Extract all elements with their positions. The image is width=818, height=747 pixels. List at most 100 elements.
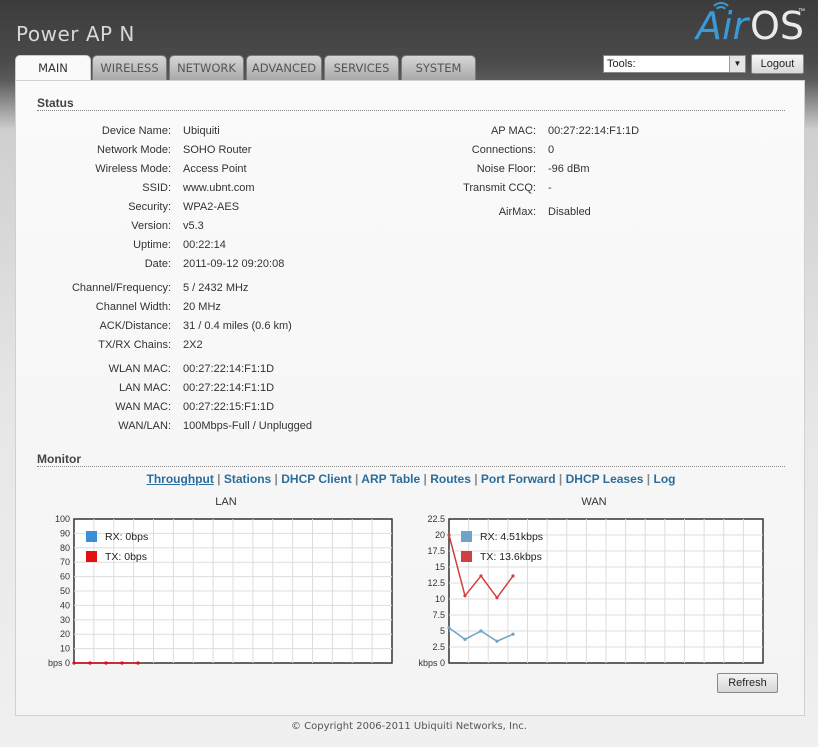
channel-frequency-value: 5 / 2432 MHz (183, 282, 249, 294)
version-label: Version: (131, 220, 171, 232)
ssid-label: SSID: (142, 182, 171, 194)
status-title: Status (37, 96, 74, 110)
chart-y-tick-label: 7.5 (432, 610, 445, 620)
transmit-ccq-label: Transmit CCQ: (463, 182, 536, 194)
noise-floor-value: -96 dBm (548, 163, 590, 175)
data-point (104, 661, 108, 665)
chart-y-tick-label: 15 (435, 562, 445, 572)
ap-mac-label: AP MAC: (490, 125, 536, 137)
logo-os-text: OS (750, 4, 805, 48)
connections-label: Connections: (471, 144, 536, 156)
wlan-mac-value: 00:27:22:14:F1:1D (183, 363, 275, 375)
date-label: Date: (144, 258, 171, 270)
data-point (495, 596, 499, 600)
ap-mac-value: 00:27:22:14:F1:1D (548, 125, 640, 137)
link-separator: | (470, 472, 481, 486)
wan-lan-value: 100Mbps-Full / Unplugged (183, 420, 313, 432)
tab-services[interactable]: SERVICES (324, 55, 399, 80)
chevron-down-icon[interactable]: ▼ (729, 56, 745, 72)
transmit-ccq-value: - (548, 182, 552, 194)
security-value: WPA2-AES (183, 201, 240, 213)
chart-y-tick-label: 10 (435, 594, 445, 604)
tools-select[interactable]: Tools: ▼ (603, 55, 746, 73)
data-point (495, 639, 499, 643)
chart-y-tick-label: 5 (440, 626, 445, 636)
data-point (136, 661, 140, 665)
chart-y-tick-label: 90 (60, 528, 70, 538)
wan-lan-label: WAN/LAN: (118, 420, 171, 432)
monitor-link-dhcp-client[interactable]: DHCP Client (281, 472, 351, 486)
wan-chart-title: WAN (581, 496, 607, 508)
chart-y-tick-label: 2.5 (432, 642, 445, 652)
monitor-title: Monitor (37, 452, 81, 466)
data-point (120, 661, 124, 665)
airmax-value: Disabled (548, 206, 591, 218)
txrx-chains-value: 2X2 (183, 339, 203, 351)
channel-frequency-label: Channel/Frequency: (71, 282, 171, 294)
data-point (72, 661, 76, 665)
ack-distance-label: ACK/Distance: (99, 320, 171, 332)
monitor-link-routes[interactable]: Routes (430, 472, 471, 486)
lan-mac-value: 00:27:22:14:F1:1D (183, 382, 275, 394)
data-point (463, 594, 467, 598)
footer-copyright: © Copyright 2006-2011 Ubiquiti Networks,… (291, 721, 527, 732)
device-name-label: Device Name: (101, 125, 171, 137)
wireless-mode-value: Access Point (183, 163, 247, 175)
legend-swatch (86, 551, 97, 562)
legend-label: TX: 0bps (105, 551, 147, 563)
channel-width-value: 20 MHz (183, 301, 221, 313)
status-divider (37, 110, 785, 111)
refresh-button[interactable]: Refresh (717, 673, 778, 693)
tab-network[interactable]: NETWORK (169, 55, 244, 80)
lan-mac-label: LAN MAC: (119, 382, 171, 394)
wan-mac-value: 00:27:22:15:F1:1D (183, 401, 275, 413)
chart-y-tick-label: 50 (60, 586, 70, 596)
data-point (479, 629, 483, 633)
chart-y-tick-label: 10 (60, 644, 70, 654)
tab-system[interactable]: SYSTEM (401, 55, 476, 80)
data-point (511, 632, 515, 636)
legend-label: RX: 0bps (105, 531, 148, 543)
chart-y-tick-label: 12.5 (427, 578, 445, 588)
link-separator: | (351, 472, 362, 486)
logout-button[interactable]: Logout (751, 54, 804, 74)
monitor-link-arp-table[interactable]: ARP Table (361, 472, 420, 486)
product-name: Power AP N (16, 22, 135, 46)
lan-chart-title: LAN (215, 496, 237, 508)
link-separator: | (420, 472, 431, 486)
monitor-link-stations[interactable]: Stations (224, 472, 271, 486)
connections-value: 0 (548, 144, 555, 156)
monitor-link-log[interactable]: Log (653, 472, 675, 486)
device-name-value: Ubiquiti (183, 125, 220, 137)
chart-y-tick-label: 100 (55, 514, 70, 524)
chart-y-tick-label: 30 (60, 615, 70, 625)
wan-throughput-chart: kbps 0 2.5 5 7.5 10 12.5 15 17.5 20 22.5 RX: 4.51k… (418, 514, 764, 668)
chart-y-tick-label: 80 (60, 543, 70, 553)
logo-air-text: Air (696, 4, 749, 48)
ack-distance-value: 31 / 0.4 miles (0.6 km) (183, 320, 292, 332)
link-separator: | (643, 472, 654, 486)
monitor-link-throughput[interactable]: Throughput (147, 472, 214, 486)
lan-throughput-chart: bps 0 10 20 30 40 50 60 70 80 90 100 RX: 0bps TX: 0b… (48, 514, 393, 668)
data-point (88, 661, 92, 665)
ssid-value: www.ubnt.com (183, 182, 255, 194)
tab-main[interactable]: MAIN (15, 55, 91, 81)
chart-y-tick-label: 20 (60, 629, 70, 639)
tab-wireless[interactable]: WIRELESS (92, 55, 167, 80)
chart-y-tick-label: bps 0 (48, 658, 70, 668)
tab-advanced[interactable]: ADVANCED (246, 55, 322, 80)
data-point (511, 574, 515, 578)
txrx-chains-label: TX/RX Chains: (98, 339, 171, 351)
data-point (463, 637, 467, 641)
legend-swatch (86, 531, 97, 542)
security-label: Security: (128, 201, 171, 213)
channel-width-label: Channel Width: (95, 301, 171, 313)
legend-swatch (461, 531, 472, 542)
wlan-mac-label: WLAN MAC: (108, 363, 171, 375)
airmax-label: AirMax: (498, 206, 536, 218)
chart-y-tick-label: 22.5 (427, 514, 445, 524)
monitor-link-port-forward[interactable]: Port Forward (481, 472, 556, 486)
tools-select-value: Tools: (607, 58, 636, 70)
monitor-link-dhcp-leases[interactable]: DHCP Leases (566, 472, 644, 486)
version-value: v5.3 (183, 220, 204, 232)
